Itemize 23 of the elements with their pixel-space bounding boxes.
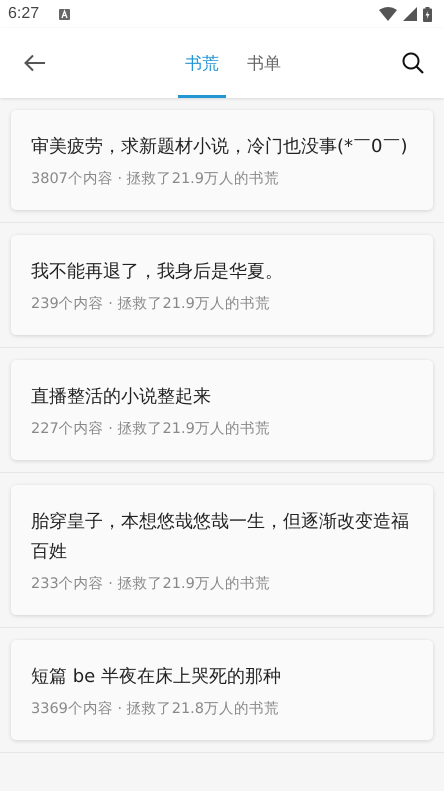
search-icon[interactable] [402, 52, 424, 74]
topic-title: 审美疲劳，求新题材小说，冷门也没事(*￣0￣) [31, 135, 408, 159]
signal-icon [403, 7, 417, 21]
topic-card[interactable]: 我不能再退了，我身后是华夏。 239个内容 · 拯救了21.9万人的书荒 [11, 235, 433, 335]
topic-card[interactable]: 短篇 be 半夜在床上哭死的那种 3369个内容 · 拯救了21.8万人的书荒 [11, 640, 433, 740]
tab[interactable]: 书单 [240, 28, 288, 98]
topic-title: 短篇 be 半夜在床上哭死的那种 [31, 665, 282, 689]
topic-stats: 227个内容 · 拯救了21.9万人的书荒 [31, 420, 271, 439]
topic-stats: 233个内容 · 拯救了21.9万人的书荒 [31, 574, 271, 594]
topic-title: 胎穿皇子，本想悠哉悠哉一生，但逐渐改变造福百姓 [31, 510, 410, 564]
topic-title: 我不能再退了，我身后是华夏。 [31, 260, 284, 284]
topic-stats: 3369个内容 · 拯救了21.8万人的书荒 [31, 700, 280, 719]
back-arrow-icon[interactable] [24, 54, 46, 72]
topic-card[interactable]: 审美疲劳，求新题材小说，冷门也没事(*￣0￣) 3807个内容 · 拯救了21.9万人的书荒 [11, 110, 433, 210]
wifi-icon [379, 7, 397, 21]
topic-title: 直播整活的小说整起来 [31, 385, 212, 409]
topic-stats: 239个内容 · 拯救了21.9万人的书荒 [31, 294, 271, 314]
topic-card[interactable]: 直播整活的小说整起来 227个内容 · 拯救了21.9万人的书荒 [11, 360, 433, 460]
topic-stats: 3807个内容 · 拯救了21.9万人的书荒 [31, 170, 280, 189]
notification-icon [59, 8, 70, 20]
topic-card[interactable]: 胎穿皇子，本想悠哉悠哉一生，但逐渐改变造福百姓 233个内容 · 拯救了21.9万人的书荒 [11, 485, 433, 615]
status-time: 6:27 [8, 5, 40, 23]
battery-icon [423, 6, 432, 22]
